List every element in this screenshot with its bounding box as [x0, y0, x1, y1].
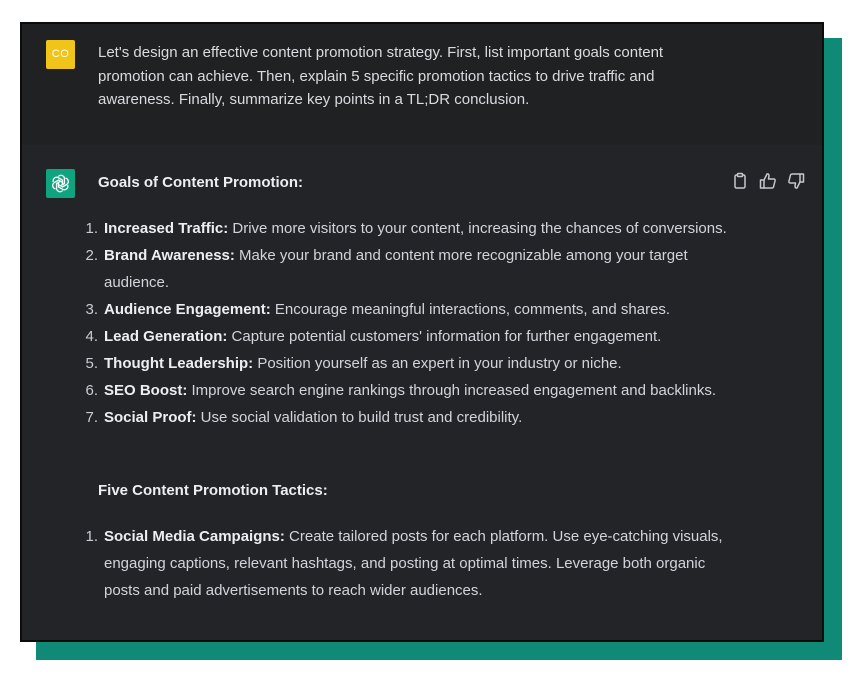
goal-term: Brand Awareness: [104, 247, 235, 264]
goal-term: Increased Traffic: [104, 220, 229, 237]
tactics-heading: Five Content Promotion Tactics: [98, 482, 328, 499]
list-item: 6. SEO Boost: Improve search engine ranki… [80, 377, 740, 404]
goals-list: 1. Increased Traffic: Drive more visitors… [80, 215, 740, 431]
clipboard-icon[interactable] [730, 171, 750, 191]
goal-description: Encourage meaningful interactions, comme… [270, 301, 671, 318]
goal-description: Position yourself as an expert in your i… [253, 355, 622, 372]
goal-description: Improve search engine rankings through i… [187, 382, 717, 399]
list-number: 2. [85, 247, 98, 264]
thumbs-up-icon[interactable] [758, 171, 778, 191]
assistant-message-row: Goals of Content Promotion: 1. Increased … [22, 145, 822, 640]
list-item: 5. Thought Leadership: Position yourself … [80, 350, 740, 377]
tactics-list: 1. Social Media Campaigns: Create tailore… [80, 523, 740, 604]
user-avatar: CO [46, 40, 75, 69]
message-actions [730, 171, 806, 191]
tactic-term: Social Media Campaigns: [104, 528, 285, 545]
list-item: 3. Audience Engagement: Encourage meaning… [80, 296, 740, 323]
goal-term: Social Proof: [104, 409, 197, 426]
list-item: 1. Social Media Campaigns: Create tailore… [80, 523, 740, 604]
list-item: 2. Brand Awareness: Make your brand and c… [80, 242, 740, 296]
user-prompt-text: Let's design an effective content promot… [98, 44, 664, 108]
goal-term: SEO Boost: [104, 382, 188, 399]
user-message-row: CO Let's design an effective content pro… [22, 24, 822, 145]
chat-window: CO Let's design an effective content pro… [20, 22, 824, 642]
list-number: 4. [85, 328, 98, 345]
list-number: 3. [85, 301, 98, 318]
list-number: 1. [85, 528, 98, 545]
list-item: 7. Social Proof: Use social validation to… [80, 404, 740, 431]
list-item: 4. Lead Generation: Capture potential cus… [80, 323, 740, 350]
goal-description: Drive more visitors to your content, inc… [228, 220, 727, 237]
goal-description: Capture potential customers' information… [227, 328, 662, 345]
list-item: 1. Increased Traffic: Drive more visitors… [80, 215, 740, 242]
goal-description: Use social validation to build trust and… [196, 409, 523, 426]
goal-term: Thought Leadership: [104, 355, 254, 372]
goals-heading: Goals of Content Promotion: [98, 174, 303, 191]
list-number: 7. [85, 409, 98, 426]
openai-logo-icon [46, 169, 75, 198]
list-number: 1. [85, 220, 98, 237]
list-number: 6. [85, 382, 98, 399]
goal-term: Lead Generation: [104, 328, 228, 345]
thumbs-down-icon[interactable] [786, 171, 806, 191]
list-number: 5. [85, 355, 98, 372]
goal-term: Audience Engagement: [104, 301, 271, 318]
